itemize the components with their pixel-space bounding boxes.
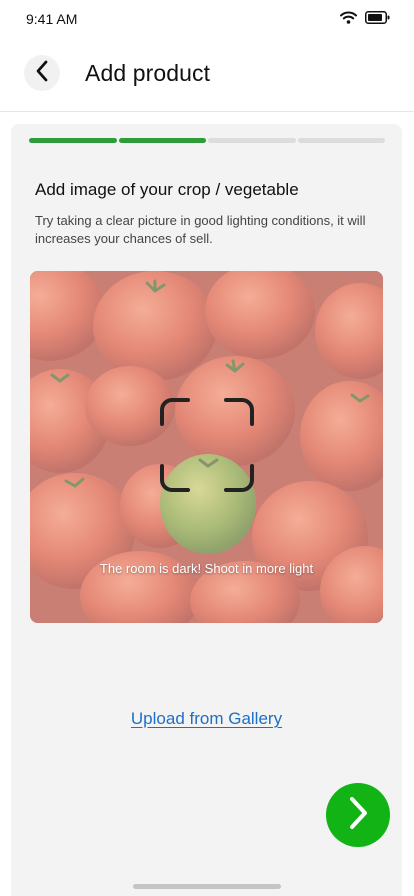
status-icons (340, 11, 390, 24)
status-time: 9:41 AM (26, 11, 78, 27)
next-button[interactable] (326, 783, 390, 847)
chevron-right-icon (346, 796, 370, 835)
back-button[interactable] (24, 55, 60, 91)
header: Add product (0, 38, 414, 112)
progress-segment (208, 138, 296, 143)
progress-bar (29, 138, 385, 143)
progress-segment (118, 138, 206, 143)
camera-preview[interactable]: The room is dark! Shoot in more light (30, 271, 383, 623)
scan-frame-icon (160, 398, 254, 492)
step-description: Try taking a clear picture in good light… (35, 213, 366, 246)
content-card: Add image of your crop / vegetable Try t… (11, 124, 402, 896)
home-indicator (133, 884, 281, 889)
chevron-left-icon (34, 60, 50, 87)
wifi-icon (340, 11, 357, 24)
lighting-hint: The room is dark! Shoot in more light (99, 561, 314, 576)
progress-segment (29, 138, 117, 143)
step-title: Add image of your crop / vegetable (35, 180, 299, 199)
page-title: Add product (85, 60, 211, 86)
battery-icon (365, 11, 390, 24)
upload-from-gallery-link[interactable]: Upload from Gallery (11, 709, 402, 729)
progress-segment (297, 138, 385, 143)
status-bar: 9:41 AM (0, 0, 414, 38)
